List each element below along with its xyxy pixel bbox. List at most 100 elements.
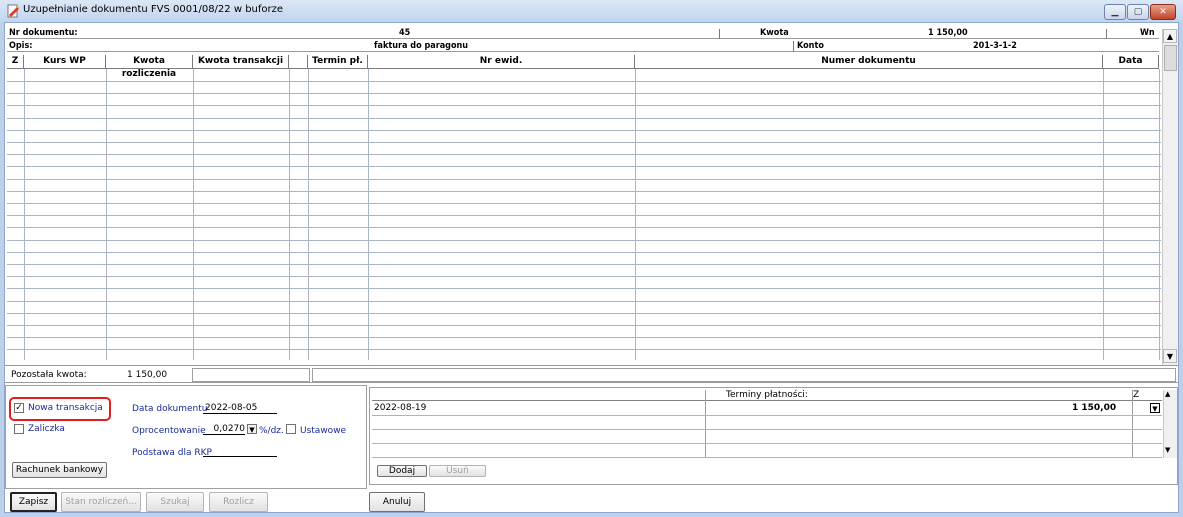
stan-rozliczen-button[interactable]: Stan rozliczeń... (61, 492, 141, 512)
divider (719, 29, 720, 39)
table-row[interactable] (7, 142, 1161, 143)
table-row[interactable] (7, 166, 1161, 167)
table-column-line (193, 69, 194, 360)
header-row-document: Nr dokumentu: 45 Kwota 1 150,00 Wn (7, 28, 1159, 39)
rachunek-bankowy-button[interactable]: Rachunek bankowy (12, 462, 107, 478)
nowa-transakcja-checkbox[interactable]: ✓ (14, 403, 24, 413)
window-client: Nr dokumentu: 45 Kwota 1 150,00 Wn Opis:… (4, 22, 1179, 513)
table-row[interactable] (7, 337, 1161, 338)
terminy-row-amount: 1 150,00 (1072, 403, 1117, 413)
divider (705, 390, 706, 458)
oprocentowanie-dropdown[interactable]: ▼ (247, 424, 257, 434)
table-column-line (308, 69, 309, 360)
terminy-row[interactable]: 2022-08-19 1 150,00 ▼ (372, 402, 1162, 414)
table-row[interactable] (7, 313, 1161, 314)
rozlicz-button[interactable]: Rozlicz (209, 492, 268, 512)
status-field (192, 368, 310, 382)
terminy-header: Terminy płatności: (372, 390, 1162, 401)
maximize-icon: ▢ (1133, 7, 1143, 17)
maximize-button[interactable]: ▢ (1127, 4, 1149, 20)
header-row-description: Opis: faktura do paragonu Konto 201-3-1-… (7, 41, 1159, 52)
terminy-row-dropdown[interactable]: ▼ (1150, 403, 1160, 413)
table-row[interactable] (7, 105, 1161, 106)
scroll-down-icon[interactable]: ▼ (1163, 349, 1177, 363)
table-row[interactable] (7, 93, 1161, 94)
opis-value: faktura do paragonu (374, 41, 469, 51)
table-row[interactable] (7, 349, 1161, 350)
column-header-nr-ewid[interactable]: Nr ewid. (368, 55, 635, 69)
table-row[interactable] (7, 118, 1161, 119)
table-row[interactable] (7, 276, 1161, 277)
column-header-numer-dokumentu[interactable]: Numer dokumentu (635, 55, 1103, 69)
minimize-button[interactable]: ▁ (1104, 4, 1126, 20)
table-row[interactable] (7, 81, 1161, 82)
zaliczka-checkbox[interactable] (14, 424, 24, 434)
kwota-value: 1 150,00 (928, 28, 968, 38)
oprocentowanie-label: Oprocentowanie (132, 426, 206, 436)
table-row[interactable] (7, 288, 1161, 289)
options-panel: ✓ Nowa transakcja Zaliczka Data dokument… (5, 385, 367, 489)
column-header-kurs-wp[interactable]: Kurs WP (24, 55, 106, 69)
terminy-panel: Terminy płatności: Z 2022-08-19 1 150,00… (369, 387, 1178, 485)
table-row[interactable] (7, 301, 1161, 302)
anuluj-button[interactable]: Anuluj (369, 492, 425, 512)
table-row[interactable] (7, 179, 1161, 180)
close-icon: ✕ (1159, 7, 1167, 17)
konto-label: Konto (797, 41, 824, 51)
usun-button[interactable]: Usuń (429, 465, 486, 477)
column-header-currency[interactable] (289, 55, 308, 69)
table-row[interactable] (7, 227, 1161, 228)
scroll-thumb[interactable] (1164, 45, 1177, 71)
data-dokumentu-label: Data dokumentu (132, 404, 208, 414)
table-row[interactable] (7, 203, 1161, 204)
scroll-up-icon[interactable]: ▲ (1165, 390, 1170, 398)
table-row[interactable] (7, 215, 1161, 216)
table-row[interactable] (7, 252, 1161, 253)
column-header-termin[interactable]: Termin pł. (308, 55, 368, 69)
check-icon: ✓ (15, 403, 23, 413)
nr-dokumentu-label: Nr dokumentu: (9, 28, 78, 38)
vertical-scrollbar[interactable]: ▲ ▼ (1162, 29, 1178, 365)
terminy-scrollbar[interactable]: ▲ ▼ (1163, 390, 1177, 458)
close-button[interactable]: ✕ (1150, 4, 1176, 20)
divider (372, 429, 1162, 430)
table-row[interactable] (7, 325, 1161, 326)
oprocentowanie-unit: %/dz. (259, 426, 284, 436)
szukaj-button[interactable]: Szukaj (146, 492, 204, 512)
podstawa-rkp-input[interactable] (203, 447, 277, 457)
chevron-down-icon: ▼ (1152, 405, 1158, 413)
column-header-kwota-rozliczenia[interactable]: Kwota rozliczenia (106, 55, 193, 79)
kwota-label: Kwota (760, 28, 789, 38)
settlement-table: Z Kurs WP Kwota rozliczenia Kwota transa… (7, 55, 1161, 360)
scroll-down-icon[interactable]: ▼ (1165, 446, 1170, 454)
title-bar: Uzupełnianie dokumentu FVS 0001/08/22 w … (0, 0, 1183, 22)
divider (1106, 29, 1107, 39)
dodaj-button[interactable]: Dodaj (377, 465, 427, 477)
column-header-kwota-transakcji[interactable]: Kwota transakcji (193, 55, 289, 69)
table-column-line (24, 69, 25, 360)
table-row[interactable] (7, 154, 1161, 155)
oprocentowanie-input[interactable]: 0,0270 (203, 424, 245, 435)
data-dokumentu-input[interactable]: 2022-08-05 (203, 403, 277, 414)
divider (372, 443, 1162, 444)
terminy-header-label: Terminy płatności: (726, 390, 808, 400)
table-row[interactable] (7, 130, 1161, 131)
opis-label: Opis: (9, 41, 33, 51)
app-icon (7, 4, 20, 18)
table-row[interactable] (7, 240, 1161, 241)
table-row[interactable] (7, 264, 1161, 265)
nr-dokumentu-value: 45 (399, 28, 411, 38)
table-column-line (368, 69, 369, 360)
window-title: Uzupełnianie dokumentu FVS 0001/08/22 w … (23, 4, 284, 15)
nowa-transakcja-label: Nowa transakcja (28, 403, 103, 413)
wn-label: Wn (1140, 28, 1155, 38)
table-column-line (1103, 69, 1104, 360)
column-header-z[interactable]: Z (7, 55, 24, 69)
status-field (312, 368, 1176, 382)
ustawowe-label: Ustawowe (300, 426, 347, 436)
ustawowe-checkbox[interactable] (286, 424, 296, 434)
column-header-data[interactable]: Data (1103, 55, 1159, 69)
zapisz-button[interactable]: Zapisz (10, 492, 57, 512)
table-row[interactable] (7, 191, 1161, 192)
scroll-up-icon[interactable]: ▲ (1163, 29, 1177, 43)
